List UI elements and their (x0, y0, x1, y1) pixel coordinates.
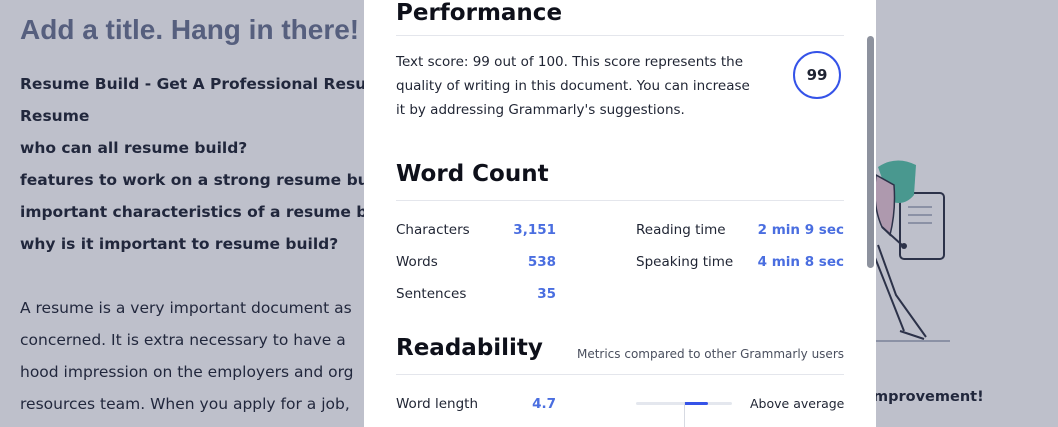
metrics-note: Metrics compared to other Grammarly user… (576, 347, 844, 361)
divider (396, 200, 844, 201)
divider (396, 374, 844, 375)
performance-title: Performance (396, 0, 563, 26)
words-label: Words (396, 254, 438, 270)
score-value: 99 (806, 66, 828, 84)
word-length-comparison: Above average (750, 396, 845, 411)
reading-time-value: 2 min 9 sec (757, 222, 844, 238)
word-count-title: Word Count (396, 161, 549, 187)
characters-value: 3,151 (513, 222, 556, 238)
average-marker (684, 402, 685, 427)
performance-modal: Performance Text score: 99 out of 100. T… (364, 0, 876, 427)
sentences-label: Sentences (396, 286, 467, 302)
words-value: 538 (527, 254, 556, 270)
sentences-value: 35 (537, 286, 556, 302)
speaking-time-label: Speaking time (636, 254, 734, 270)
word-length-bar-fill (684, 402, 708, 405)
score-circle: 99 (793, 51, 841, 99)
divider (396, 35, 844, 36)
speaking-time-value: 4 min 8 sec (757, 254, 844, 270)
word-length-label: Word length (396, 396, 479, 412)
reading-time-label: Reading time (636, 222, 726, 238)
modal-scrollbar[interactable] (867, 36, 874, 268)
readability-title: Readability (396, 335, 543, 361)
word-length-value: 4.7 (532, 396, 556, 412)
characters-label: Characters (396, 222, 470, 238)
performance-description: Text score: 99 out of 100. This score re… (396, 54, 750, 118)
